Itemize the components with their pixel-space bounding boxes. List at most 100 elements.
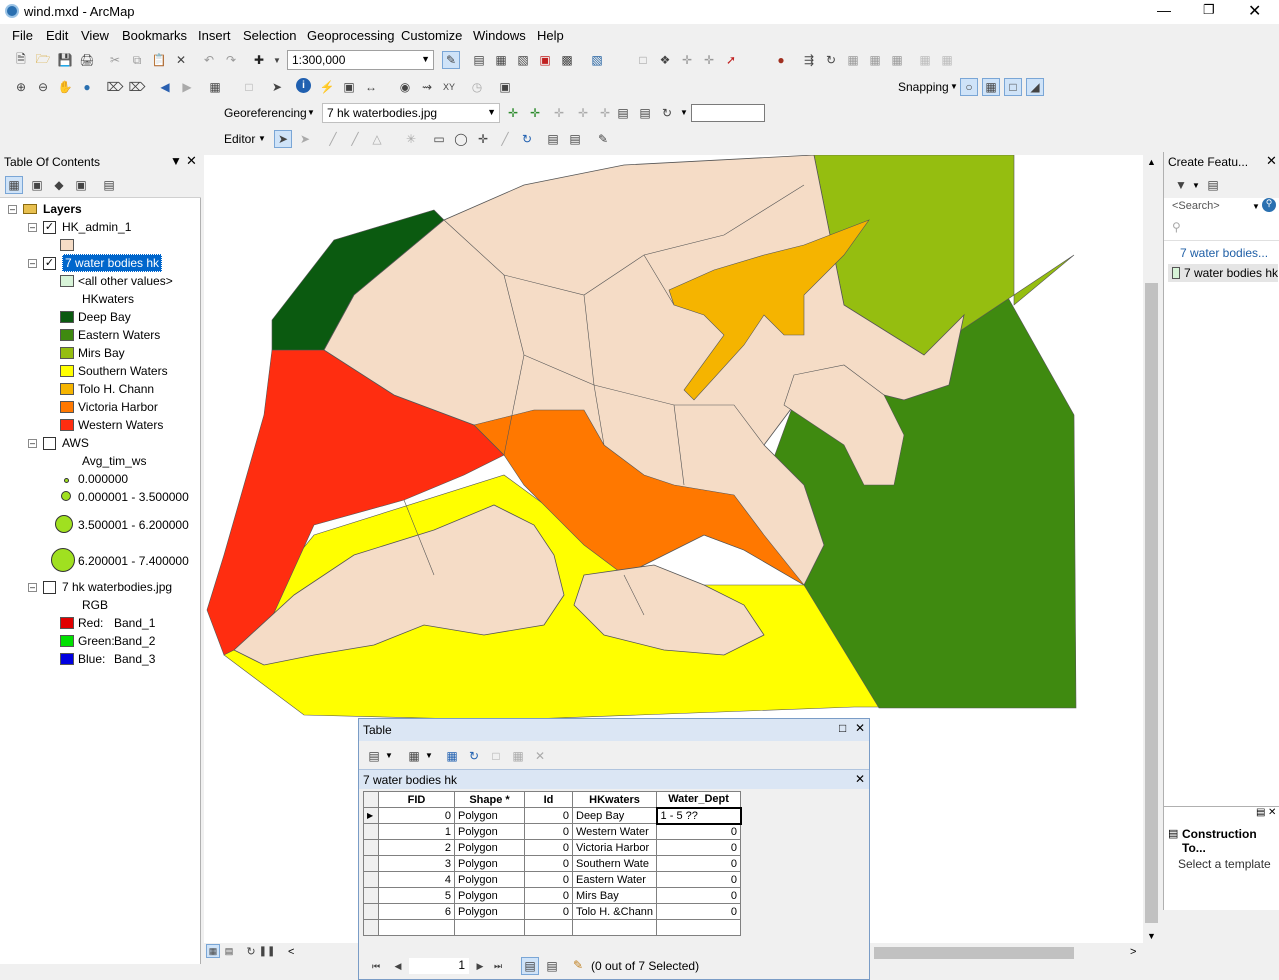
related-tables-icon[interactable]: ▦: [405, 747, 423, 765]
list-by-source-icon[interactable]: ▣: [28, 176, 46, 194]
related-tables-dropdown-icon[interactable]: ▼: [425, 751, 433, 760]
menu-geoprocessing[interactable]: Geoprocessing: [307, 28, 394, 43]
globe-tool-icon[interactable]: ●: [772, 51, 790, 69]
search-dropdown-icon[interactable]: ▼: [1252, 202, 1260, 211]
topology-icon-3[interactable]: ✛: [678, 51, 696, 69]
reshape-icon[interactable]: ◯: [452, 130, 470, 148]
construction-tool-icon[interactable]: △: [368, 130, 386, 148]
legend-water-class[interactable]: Southern Waters: [60, 362, 168, 380]
layer-hk-admin[interactable]: – ✓ HK_admin_1: [28, 218, 131, 236]
georeferencing-menu[interactable]: Georeferencing: [224, 106, 307, 120]
column-header-hkwaters[interactable]: HKwaters: [571, 791, 658, 808]
scroll-down-arrow-icon[interactable]: ▼: [1147, 931, 1156, 941]
table-cell[interactable]: 0: [524, 887, 573, 904]
close-icon[interactable]: ✕: [855, 772, 865, 786]
maximize-button[interactable]: ❐: [1203, 2, 1215, 18]
search-icon[interactable]: ⚲: [1262, 198, 1276, 212]
menu-windows[interactable]: Windows: [473, 28, 526, 43]
layer-visibility-checkbox[interactable]: [43, 580, 56, 594]
back-arrow-icon[interactable]: ◀: [156, 78, 174, 96]
legend-water-class[interactable]: Western Waters: [60, 416, 163, 434]
zoom-to-selected-icon[interactable]: ▦: [509, 747, 527, 765]
table-cell[interactable]: Polygon: [454, 823, 525, 840]
add-control-points-icon[interactable]: ✛: [504, 104, 522, 122]
table-cell[interactable]: 0: [656, 871, 742, 888]
menu-edit[interactable]: Edit: [46, 28, 68, 43]
close-icon[interactable]: ✕: [1266, 153, 1277, 169]
table-cell[interactable]: 0: [524, 871, 573, 888]
zoom-in-icon[interactable]: ⊕: [12, 78, 30, 96]
snapping-menu[interactable]: Snapping: [898, 80, 949, 94]
table-row[interactable]: 6 Polygon 0 Tolo H. &Chann 0: [363, 903, 742, 920]
column-header-id[interactable]: Id: [524, 791, 573, 808]
show-all-records-icon[interactable]: ▤: [521, 957, 539, 975]
editor-dropdown-icon[interactable]: ▼: [258, 134, 266, 143]
template-item[interactable]: 7 water bodies hk: [1168, 264, 1278, 282]
legend-admin-symbol[interactable]: [60, 236, 78, 254]
table-cell[interactable]: 0: [524, 839, 573, 856]
pan-hand-icon[interactable]: ✋: [56, 78, 74, 96]
template-group-header[interactable]: 7 water bodies...: [1180, 246, 1268, 260]
zoom-search-icon[interactable]: ⚲: [1172, 220, 1181, 234]
table-row[interactable]: 4 Polygon 0 Eastern Water 0: [363, 871, 742, 888]
legend-aws-class-3[interactable]: 6.200001 - 7.400000: [50, 547, 189, 574]
select-features-icon[interactable]: ▦: [206, 78, 224, 96]
tool-icon-g[interactable]: ▦: [938, 51, 956, 69]
pause-drawing-icon[interactable]: ❚❚: [259, 944, 276, 958]
horizontal-scroll-thumb[interactable]: [874, 947, 1074, 959]
row-selector[interactable]: [363, 887, 379, 904]
layer-aws[interactable]: – AWS: [28, 434, 89, 452]
measure-icon[interactable]: ↔: [362, 78, 380, 96]
editor-toolbar-icon[interactable]: ✎: [442, 51, 460, 69]
select-elements-icon[interactable]: ➤: [268, 78, 286, 96]
menu-customize[interactable]: Customize: [401, 28, 462, 43]
legend-band-green[interactable]: Green: Band_2: [60, 632, 155, 650]
organize-templates-icon[interactable]: ▤: [1204, 176, 1222, 194]
table-cell[interactable]: 0: [524, 855, 573, 872]
column-header-shape[interactable]: Shape *: [454, 791, 525, 808]
menu-insert[interactable]: Insert: [198, 28, 231, 43]
table-cell[interactable]: 0: [378, 807, 455, 824]
filter-icon[interactable]: ▼: [1172, 176, 1190, 194]
paste-icon[interactable]: 📋: [150, 51, 168, 69]
tool-icon-a[interactable]: ⇶: [800, 51, 818, 69]
table-row[interactable]: 3 Polygon 0 Southern Wate 0: [363, 855, 742, 872]
copy-icon[interactable]: ⧉: [128, 51, 146, 69]
view-link-table-icon[interactable]: ▤: [614, 104, 632, 122]
show-selected-records-icon[interactable]: ▤: [543, 957, 561, 975]
legend-water-class[interactable]: Tolo H. Chann: [60, 380, 154, 398]
find-route-icon[interactable]: ⇝: [418, 78, 436, 96]
tool-icon-b[interactable]: ↻: [822, 51, 840, 69]
undo-icon[interactable]: ↶: [200, 51, 218, 69]
zoom-out-icon[interactable]: ⊖: [34, 78, 52, 96]
create-viewer-icon[interactable]: ▣: [496, 78, 514, 96]
scroll-right-arrow-icon[interactable]: >: [1130, 946, 1136, 958]
collapse-icon[interactable]: –: [28, 258, 37, 268]
data-view-icon[interactable]: ▦: [206, 944, 220, 958]
sketch-properties-icon[interactable]: ▤: [566, 130, 584, 148]
table-cell[interactable]: Victoria Harbor: [571, 839, 658, 856]
row-selector[interactable]: [363, 855, 379, 872]
table-cell-empty[interactable]: [363, 919, 379, 936]
arctoolbox-icon[interactable]: ▣: [536, 51, 554, 69]
python-window-icon[interactable]: ▩: [558, 51, 576, 69]
table-cell-empty[interactable]: [454, 919, 525, 936]
sketch-tool-icon[interactable]: ╱: [346, 130, 364, 148]
hyperlink-icon[interactable]: ⚡: [318, 78, 336, 96]
list-by-visibility-icon[interactable]: ◆: [50, 176, 68, 194]
delete-icon[interactable]: ✕: [172, 51, 190, 69]
fixed-zoom-in-icon[interactable]: ⌦: [106, 78, 124, 96]
table-options-dropdown-icon[interactable]: ▼: [385, 751, 393, 760]
table-cell-empty[interactable]: [378, 919, 455, 936]
table-cell[interactable]: 0: [524, 807, 573, 824]
table-layer-tab[interactable]: 7 water bodies hk: [363, 773, 457, 787]
layer-visibility-checkbox[interactable]: ✓: [43, 256, 56, 270]
first-record-icon[interactable]: ⏮: [367, 957, 385, 975]
scroll-left-arrow-icon[interactable]: <: [288, 946, 294, 958]
end-snapping-icon[interactable]: ▦: [982, 78, 1000, 96]
topology-icon-4[interactable]: ✛: [700, 51, 718, 69]
record-number-input[interactable]: 1: [409, 958, 469, 974]
panel-toggle-icon[interactable]: ▤: [1256, 807, 1265, 818]
table-row[interactable]: 2 Polygon 0 Victoria Harbor 0: [363, 839, 742, 856]
split-tool-icon[interactable]: ╱: [496, 130, 514, 148]
